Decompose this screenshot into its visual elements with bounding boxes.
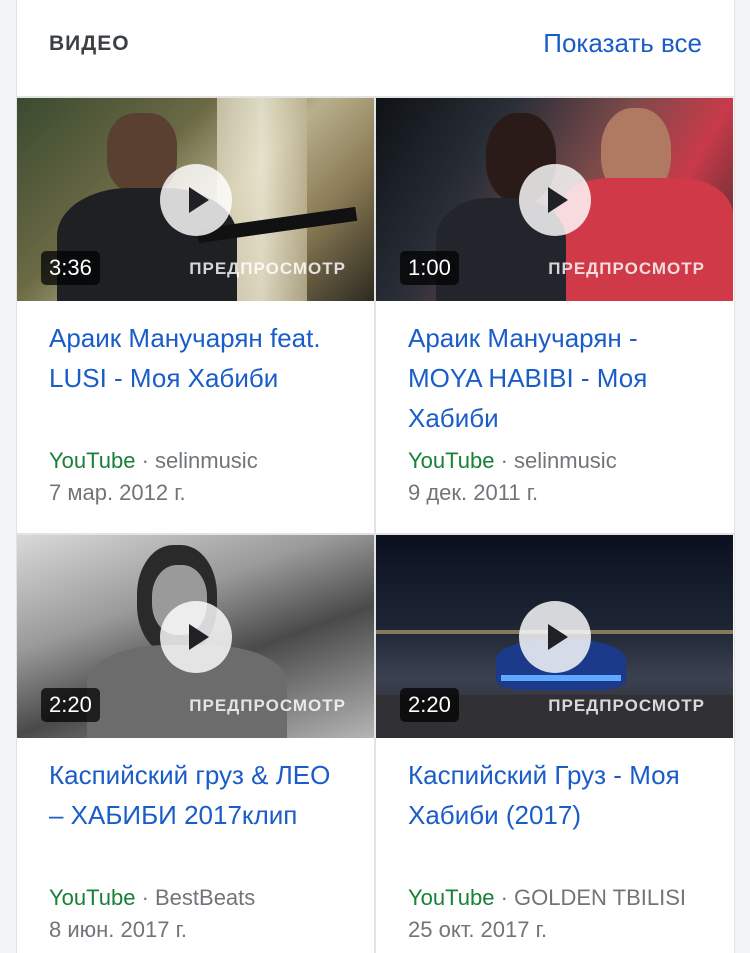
show-all-link[interactable]: Показать все xyxy=(543,28,702,59)
card-header: ВИДЕО Показать все xyxy=(17,0,734,96)
source-name: YouTube xyxy=(49,885,136,910)
video-date: 25 окт. 2017 г. xyxy=(408,917,548,942)
video-title[interactable]: Каспийский груз & ЛЕО – ХАБИБИ 2017клип xyxy=(49,755,349,835)
preview-label: ПРЕДПРОСМОТР xyxy=(189,696,346,715)
video-source: YouTube · BestBeats xyxy=(49,885,255,911)
video-title[interactable]: Каспийский Груз - Моя Хабиби (2017) xyxy=(408,755,708,835)
video-duration: 1:00 xyxy=(400,251,459,285)
video-date: 7 мар. 2012 г. xyxy=(49,480,186,505)
video-thumbnail[interactable]: 2:20 ПРЕДПРОСМОТР xyxy=(376,535,733,738)
channel-name: · GOLDEN TBILISI xyxy=(494,885,686,910)
videos-card: ВИДЕО Показать все 3:36 ПРЕДПРОСМОТР Ара… xyxy=(16,0,735,953)
video-thumbnail[interactable]: 3:36 ПРЕДПРОСМОТР xyxy=(17,98,374,301)
video-card[interactable]: 1:00 ПРЕДПРОСМОТР Араик Манучарян - MOYA… xyxy=(376,98,733,535)
video-date: 9 дек. 2011 г. xyxy=(408,480,539,505)
video-card[interactable]: 2:20 ПРЕДПРОСМОТР Каспийский груз & ЛЕО … xyxy=(17,535,374,953)
source-name: YouTube xyxy=(49,448,136,473)
video-card[interactable]: 3:36 ПРЕДПРОСМОТР Араик Манучарян feat. … xyxy=(17,98,374,535)
preview-label: ПРЕДПРОСМОТР xyxy=(189,259,346,278)
play-icon[interactable] xyxy=(159,163,232,236)
video-thumbnail[interactable]: 1:00 ПРЕДПРОСМОТР xyxy=(376,98,733,301)
video-title[interactable]: Араик Манучарян - MOYA HABIBI - Моя Хаби… xyxy=(408,318,708,438)
source-name: YouTube xyxy=(408,885,495,910)
channel-name: · BestBeats xyxy=(135,885,256,910)
video-title[interactable]: Араик Манучарян feat. LUSI - Моя Хабиби xyxy=(49,318,349,398)
play-icon[interactable] xyxy=(518,163,591,236)
play-icon[interactable] xyxy=(159,600,232,673)
video-source: YouTube · GOLDEN TBILISI xyxy=(408,885,686,911)
video-source: YouTube · selinmusic xyxy=(408,448,617,474)
section-title: ВИДЕО xyxy=(49,32,130,55)
channel-name: · selinmusic xyxy=(135,448,258,473)
video-source: YouTube · selinmusic xyxy=(49,448,258,474)
video-duration: 3:36 xyxy=(41,251,100,285)
play-icon[interactable] xyxy=(518,600,591,673)
video-duration: 2:20 xyxy=(41,688,100,722)
video-card[interactable]: 2:20 ПРЕДПРОСМОТР Каспийский Груз - Моя … xyxy=(376,535,733,953)
preview-label: ПРЕДПРОСМОТР xyxy=(548,259,705,278)
source-name: YouTube xyxy=(408,448,495,473)
video-date: 8 июн. 2017 г. xyxy=(49,917,188,942)
video-thumbnail[interactable]: 2:20 ПРЕДПРОСМОТР xyxy=(17,535,374,738)
video-duration: 2:20 xyxy=(400,688,459,722)
channel-name: · selinmusic xyxy=(494,448,617,473)
preview-label: ПРЕДПРОСМОТР xyxy=(548,696,705,715)
